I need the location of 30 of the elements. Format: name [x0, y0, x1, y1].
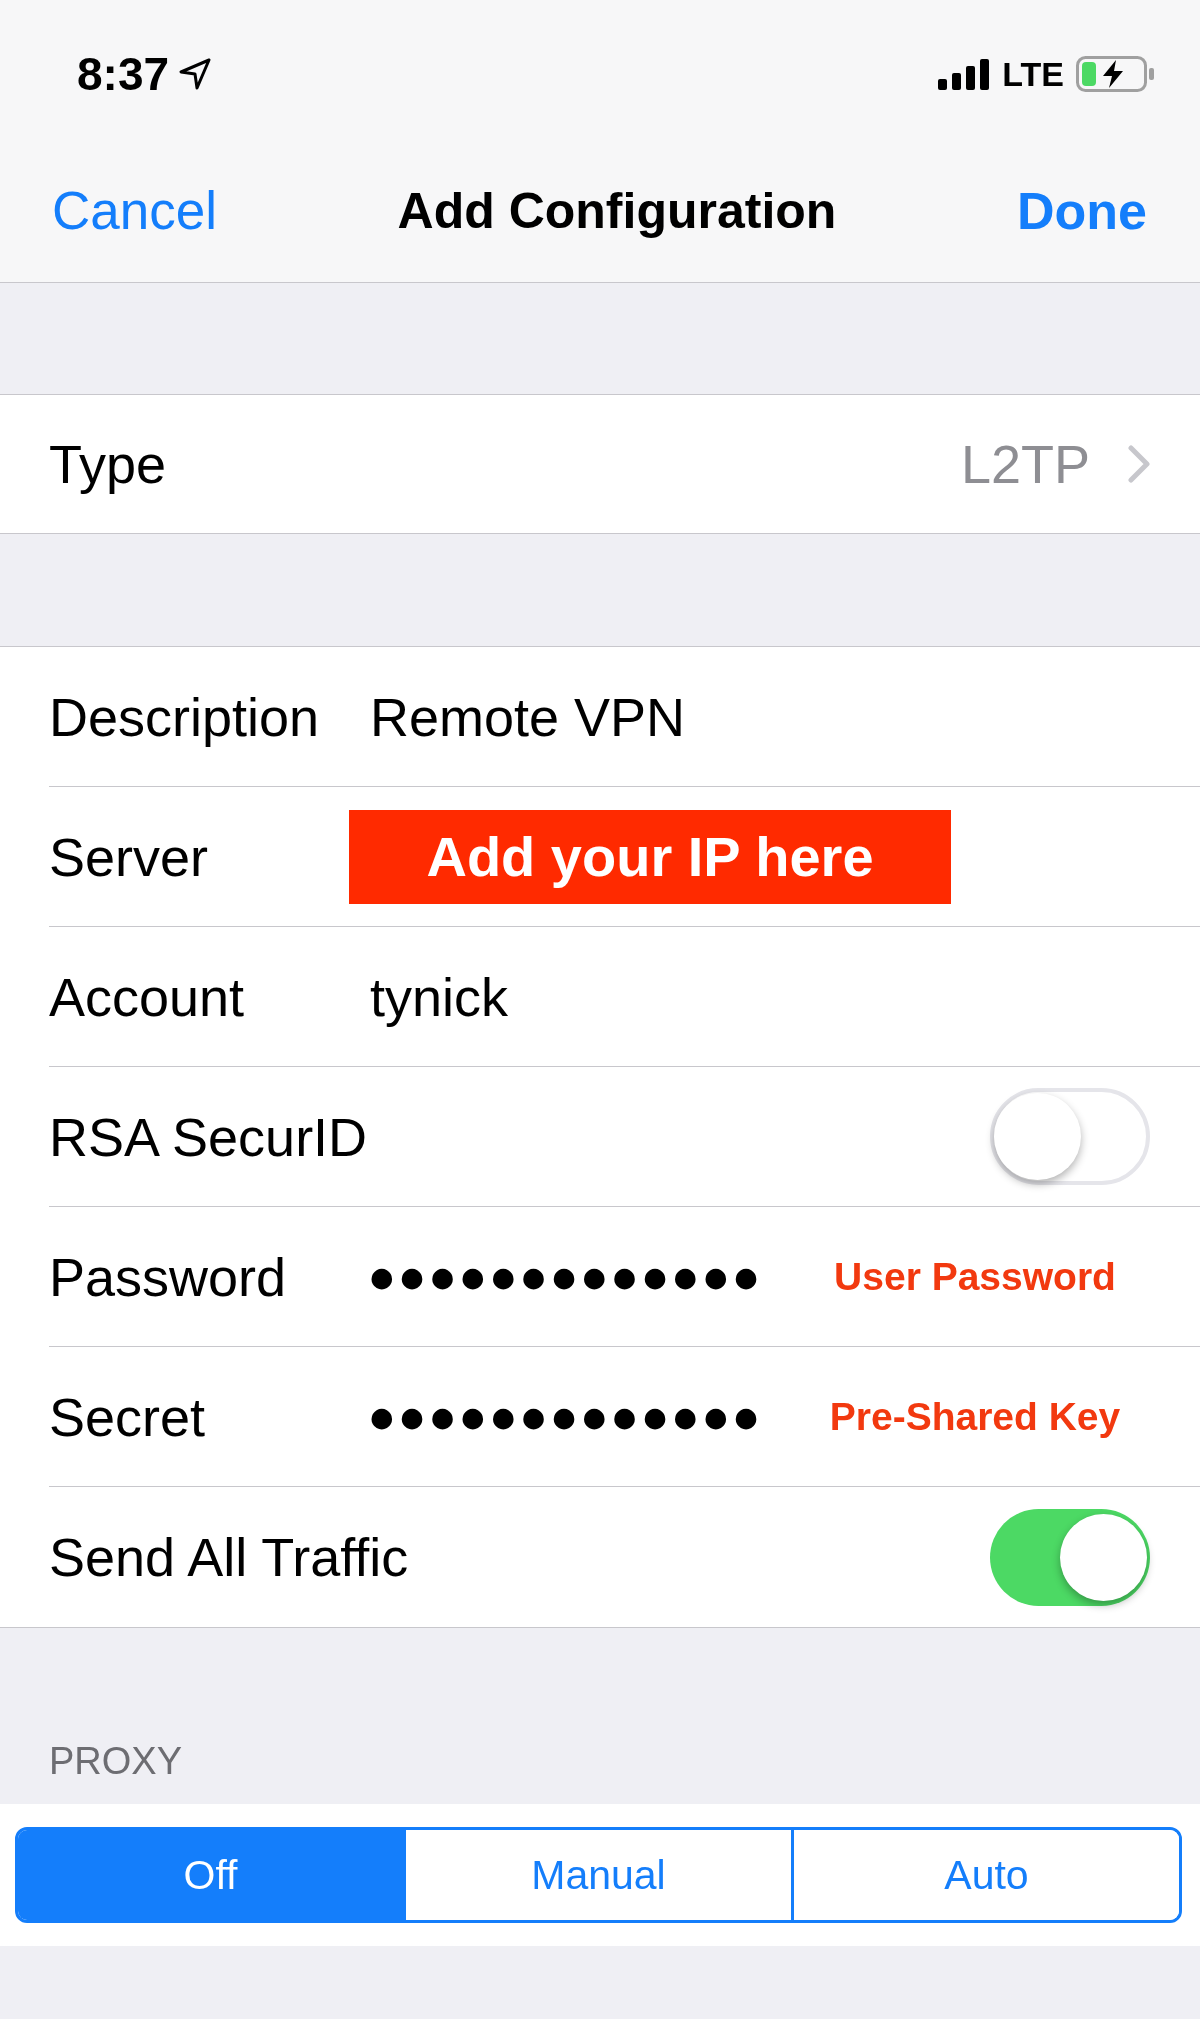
cancel-button[interactable]: Cancel	[52, 180, 217, 242]
toggle-switch[interactable]	[990, 1508, 1150, 1606]
segment-button[interactable]: Off	[18, 1830, 403, 1920]
signal-bars-icon	[938, 58, 991, 90]
field-label: Description	[49, 685, 321, 749]
type-row[interactable]: Type L2TP	[0, 394, 1200, 534]
segment-button[interactable]: Auto	[791, 1830, 1179, 1920]
annotation-label: User Password	[833, 1253, 1117, 1300]
chevron-icon	[1128, 445, 1150, 483]
field-label: Secret	[49, 1385, 207, 1449]
type-value: L2TP	[960, 433, 1090, 496]
field-label: RSA SecurID	[49, 1105, 368, 1169]
password-field[interactable]: ●●●●●●●●●●●●●	[370, 1244, 810, 1309]
field-label: Password	[49, 1245, 288, 1309]
text-field[interactable]: tynick	[370, 964, 1070, 1029]
screen-title: Add Configuration	[397, 182, 837, 241]
section-header: PROXY	[49, 1739, 183, 1784]
battery-charging-icon	[1076, 56, 1154, 92]
location-arrow-icon	[179, 58, 212, 90]
annotation-banner: Add your IP here	[349, 809, 951, 904]
field-label: Server	[49, 825, 210, 889]
status-time: 8:37	[77, 48, 170, 100]
field-label: Send All Traffic	[49, 1526, 409, 1589]
network-type-label: LTE	[1002, 54, 1064, 94]
text-field[interactable]: Remote VPN	[370, 684, 1070, 749]
done-button[interactable]: Done	[1017, 180, 1147, 242]
type-label: Type	[49, 433, 167, 496]
annotation-label: Pre-Shared Key	[828, 1393, 1122, 1440]
field-label: Account	[49, 965, 246, 1029]
password-field[interactable]: ●●●●●●●●●●●●●	[370, 1384, 810, 1449]
